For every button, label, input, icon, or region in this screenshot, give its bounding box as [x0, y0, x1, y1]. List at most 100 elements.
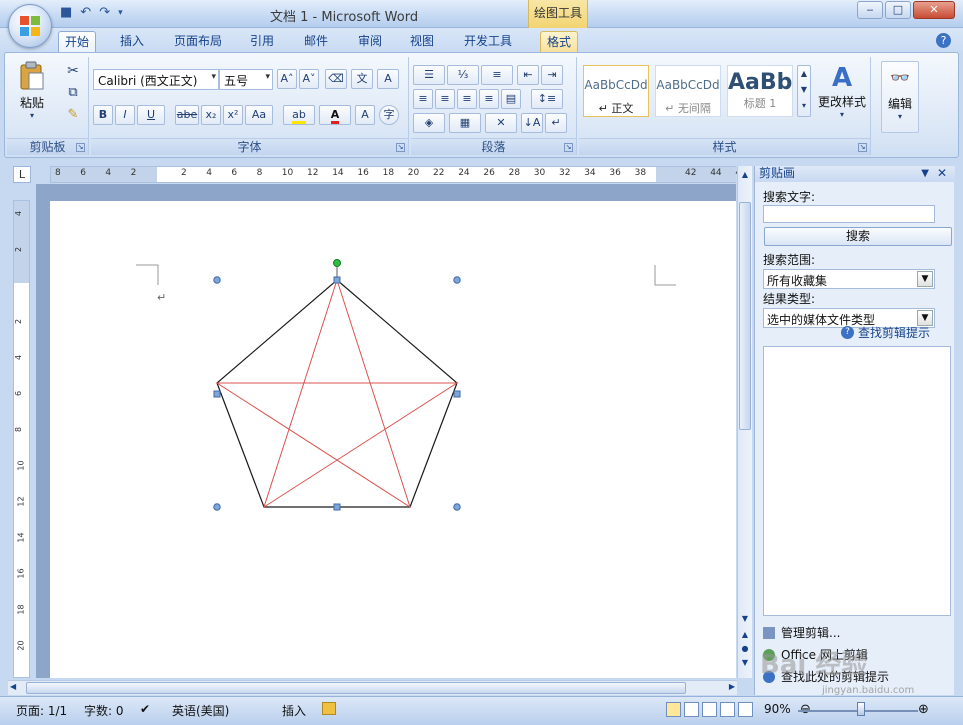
- cut-button[interactable]: ✂: [63, 63, 83, 81]
- strikethrough-button[interactable]: abe: [175, 105, 199, 125]
- increase-indent-button[interactable]: ⇥: [541, 65, 563, 85]
- clear-format-button[interactable]: ⌫: [325, 69, 347, 89]
- rotation-handle[interactable]: [333, 259, 341, 267]
- handle-left[interactable]: [213, 390, 221, 398]
- undo-icon[interactable]: ↶: [80, 5, 91, 20]
- office-button[interactable]: [8, 4, 52, 48]
- status-word-count[interactable]: 字数: 0: [84, 702, 124, 719]
- maximize-button[interactable]: □: [885, 1, 911, 19]
- handle-bottom[interactable]: [333, 503, 341, 511]
- pane-options-icon[interactable]: ▼: [921, 166, 929, 181]
- pentagon-shape[interactable]: [216, 279, 458, 508]
- vertical-ruler[interactable]: 4 2 2 4 6 8 10 12 14 16 18 20: [13, 200, 30, 678]
- format-painter-button[interactable]: ✎: [63, 107, 83, 125]
- numbering-button[interactable]: ⅓: [447, 65, 479, 85]
- handle-bottom-right[interactable]: [453, 503, 461, 511]
- tab-mailings[interactable]: 邮件: [298, 31, 334, 53]
- vertical-scrollbar[interactable]: ▲ ▼ ▲ ● ▼: [737, 166, 752, 678]
- char-border-button[interactable]: A: [377, 69, 399, 89]
- enclose-char-button[interactable]: 字: [379, 105, 399, 125]
- tab-home[interactable]: 开始: [58, 31, 97, 53]
- scroll-left-icon[interactable]: ◀: [10, 682, 16, 691]
- sort-button[interactable]: ↓A: [521, 113, 543, 133]
- superscript-button[interactable]: x²: [223, 105, 243, 125]
- horizontal-scrollbar[interactable]: ◀ ▶: [8, 680, 737, 695]
- scroll-down-icon[interactable]: ▼: [739, 614, 751, 626]
- search-text-input[interactable]: [763, 205, 935, 223]
- line-spacing-button[interactable]: ↕≡: [531, 89, 563, 109]
- tab-view[interactable]: 视图: [404, 31, 440, 53]
- vertical-scroll-thumb[interactable]: [739, 202, 751, 430]
- tab-format[interactable]: 格式: [540, 31, 579, 53]
- web-layout-icon[interactable]: [702, 702, 717, 717]
- bold-button[interactable]: B: [93, 105, 113, 125]
- status-zoom-level[interactable]: 90%: [764, 702, 791, 716]
- zoom-in-icon[interactable]: ⊕: [918, 702, 929, 717]
- search-button[interactable]: 搜索: [764, 227, 952, 246]
- handle-bottom-left[interactable]: [213, 503, 221, 511]
- zoom-slider-thumb[interactable]: [857, 702, 865, 716]
- status-page[interactable]: 页面: 1/1: [16, 702, 67, 719]
- handle-top-right[interactable]: [453, 276, 461, 284]
- paragraph-launcher-icon[interactable]: ↘: [564, 143, 573, 152]
- horizontal-scroll-thumb[interactable]: [26, 682, 686, 694]
- bullets-button[interactable]: ☰: [413, 65, 445, 85]
- italic-button[interactable]: I: [115, 105, 135, 125]
- tab-review[interactable]: 审阅: [352, 31, 388, 53]
- status-insert-mode[interactable]: 插入: [282, 702, 306, 719]
- handle-top[interactable]: [333, 276, 341, 284]
- styles-launcher-icon[interactable]: ↘: [858, 143, 867, 152]
- next-page-icon[interactable]: ▼: [739, 658, 751, 670]
- close-icon[interactable]: ✕: [937, 166, 947, 181]
- browse-object-icon[interactable]: ●: [739, 644, 751, 656]
- tab-selector[interactable]: L: [13, 166, 31, 183]
- redo-icon[interactable]: ↷: [99, 5, 110, 20]
- change-styles-button[interactable]: A 更改样式 ▾: [817, 63, 867, 125]
- phonetic-guide-button[interactable]: 文: [351, 69, 373, 89]
- chinese-layout-button[interactable]: ✕: [485, 113, 517, 133]
- handle-right[interactable]: [453, 390, 461, 398]
- customize-qat-icon[interactable]: ▾: [118, 8, 123, 18]
- shrink-font-button[interactable]: A˅: [299, 69, 319, 89]
- style-normal[interactable]: AaBbCcDd ↵ 正文: [583, 65, 649, 117]
- tab-insert[interactable]: 插入: [114, 31, 150, 53]
- outline-view-icon[interactable]: [720, 702, 735, 717]
- close-button[interactable]: ✕: [913, 1, 955, 19]
- tab-page-layout[interactable]: 页面布局: [168, 31, 228, 53]
- align-left-button[interactable]: ≡: [413, 89, 433, 109]
- subscript-button[interactable]: x₂: [201, 105, 221, 125]
- macro-record-icon[interactable]: [322, 702, 336, 715]
- editing-button[interactable]: 👓 编辑 ▾: [881, 61, 919, 133]
- minimize-button[interactable]: ‒: [857, 1, 883, 19]
- highlight-button[interactable]: ab: [283, 105, 315, 125]
- underline-button[interactable]: U: [137, 105, 165, 125]
- help-icon[interactable]: ?: [936, 33, 951, 48]
- justify-button[interactable]: ≡: [479, 89, 499, 109]
- full-screen-reading-icon[interactable]: [684, 702, 699, 717]
- status-language[interactable]: 英语(美国): [172, 702, 229, 719]
- distribute-button[interactable]: ▤: [501, 89, 521, 109]
- clip-results-list[interactable]: [763, 346, 951, 616]
- font-size-combo[interactable]: 五号 ▾: [219, 69, 273, 90]
- handle-top-left[interactable]: [213, 276, 221, 284]
- horizontal-ruler[interactable]: 8 6 4 2 2 4 6 8 10 12 14 16 18 20 22 24 26 28 30 32 34 36 38 42…: [50, 166, 747, 183]
- font-launcher-icon[interactable]: ↘: [396, 143, 405, 152]
- draft-view-icon[interactable]: [738, 702, 753, 717]
- font-color-button[interactable]: A: [319, 105, 351, 125]
- char-shading-button[interactable]: A: [355, 105, 375, 125]
- font-name-combo[interactable]: Calibri (西文正文) ▾: [93, 69, 219, 90]
- grow-font-button[interactable]: A˄: [277, 69, 297, 89]
- print-layout-icon[interactable]: [666, 702, 681, 717]
- search-scope-select[interactable]: 所有收藏集 ▼: [763, 269, 935, 289]
- prev-page-icon[interactable]: ▲: [739, 630, 751, 642]
- align-center-button[interactable]: ≡: [435, 89, 455, 109]
- change-case-button[interactable]: Aa: [245, 105, 273, 125]
- borders-button[interactable]: ▦: [449, 113, 481, 133]
- align-right-button[interactable]: ≡: [457, 89, 477, 109]
- multilevel-list-button[interactable]: ≡: [481, 65, 513, 85]
- star-shape[interactable]: [215, 278, 459, 509]
- style-heading-1[interactable]: AaBb 标题 1: [727, 65, 793, 117]
- clip-tips-link[interactable]: ? 查找剪辑提示: [841, 324, 930, 341]
- copy-button[interactable]: ⧉: [63, 85, 83, 103]
- tab-developer[interactable]: 开发工具: [458, 31, 518, 53]
